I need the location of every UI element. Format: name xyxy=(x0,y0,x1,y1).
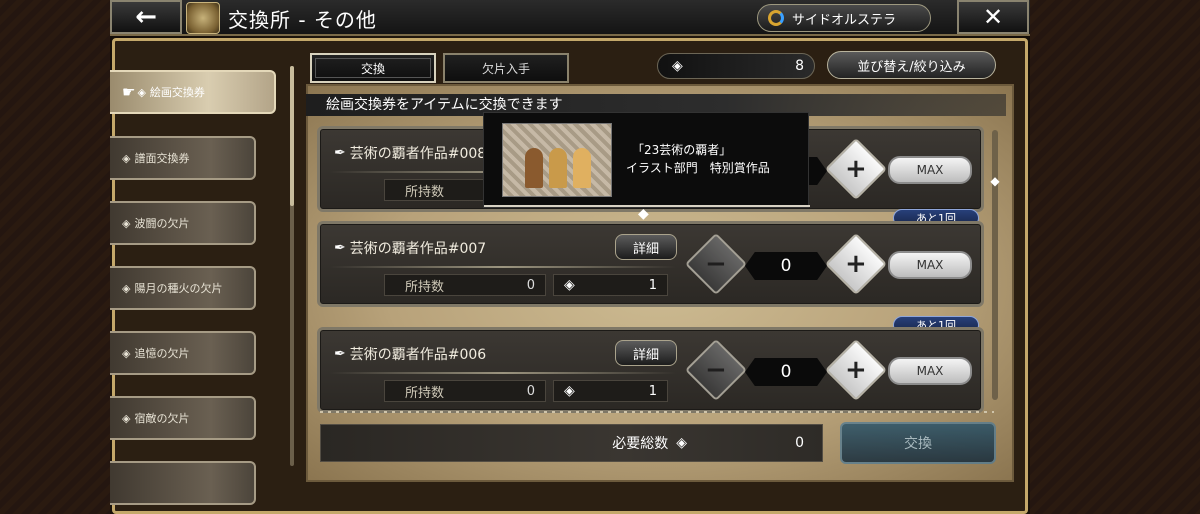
swap-world-icon xyxy=(768,10,784,26)
ticket-count-value: 8 xyxy=(795,58,804,74)
brush-icon: ✒ xyxy=(334,346,346,362)
plus-icon: + xyxy=(845,248,867,279)
owned-label: 所持数 xyxy=(405,184,445,200)
ticket-count: ◈ 8 xyxy=(657,53,815,79)
dotted-divider xyxy=(320,411,994,413)
decrease-button[interactable]: − xyxy=(684,232,748,296)
category-label: 譜面交換券 xyxy=(134,152,190,165)
category-label: 追憶の欠片 xyxy=(134,347,190,360)
category-label: 波闘の欠片 xyxy=(134,217,190,230)
divider xyxy=(330,372,676,374)
item-name-row: ✒ 芸術の覇者作品#007 xyxy=(334,238,486,258)
scroll-knob-icon[interactable]: ◆ xyxy=(988,174,1002,198)
tooltip-subtitle: イラスト部門 特別賞作品 xyxy=(626,161,770,175)
owned-value: 0 xyxy=(526,383,535,399)
item-name: 芸術の覇者作品#006 xyxy=(349,347,487,363)
category-item-score-ticket[interactable]: ◈ 譜面交換券 xyxy=(110,136,256,180)
owned-label: 所持数 xyxy=(405,385,445,401)
sort-filter-button[interactable]: 並び替え/絞り込み xyxy=(827,51,996,79)
cost-value: 1 xyxy=(648,383,657,399)
category-list: ☛ ◈ 絵画交換券 ◈ 譜面交換券 ◈ 波闘の欠片 ◈ 陽月の種火の欠片 ◈ 追… xyxy=(110,60,290,514)
item-name: 芸術の覇者作品#007 xyxy=(349,241,487,257)
tab-exchange[interactable]: 交換 xyxy=(310,53,436,83)
tab-fragments[interactable]: 欠片入手 xyxy=(443,53,569,83)
diamond-icon: ◈ xyxy=(564,383,575,399)
side-orsterra-label: サイドオルステラ xyxy=(792,12,897,28)
item-card: ✒ 芸術の覇者作品#006 詳細 所持数 0 ◈ 1 − 0 + MAX xyxy=(317,327,984,413)
increase-button[interactable]: + xyxy=(824,232,888,296)
close-button[interactable]: ✕ xyxy=(957,0,1029,34)
max-button[interactable]: MAX xyxy=(888,357,972,385)
plus-icon: + xyxy=(845,153,867,184)
diamond-icon: ◈ xyxy=(122,216,131,230)
right-background xyxy=(1030,0,1200,514)
owned-value: 0 xyxy=(526,277,535,293)
diamond-icon: ◈ xyxy=(122,151,131,165)
plus-icon: + xyxy=(845,354,867,385)
owned-label: 所持数 xyxy=(405,279,445,295)
character-figure xyxy=(525,148,543,188)
minus-icon: − xyxy=(705,248,727,279)
close-icon: ✕ xyxy=(982,3,1004,31)
diamond-icon: ◈ xyxy=(122,281,131,295)
category-item-wave-fragment[interactable]: ◈ 波闘の欠片 xyxy=(110,201,256,245)
category-item-painting-ticket[interactable]: ☛ ◈ 絵画交換券 xyxy=(110,70,276,114)
brush-icon: ✒ xyxy=(334,145,346,161)
category-item-rival-fragment[interactable]: ◈ 宿敵の欠片 xyxy=(110,396,256,440)
required-total-label-group: 必要総数 ◈ xyxy=(612,433,687,453)
max-button[interactable]: MAX xyxy=(888,251,972,279)
tooltip-pointer-icon: ◆ xyxy=(638,206,649,222)
category-scrollbar[interactable] xyxy=(290,66,294,466)
item-name-row: ✒ 芸術の覇者作品#006 xyxy=(334,344,486,364)
character-figure xyxy=(549,148,567,188)
item-list-scrollbar[interactable] xyxy=(992,130,998,400)
max-button[interactable]: MAX xyxy=(888,156,972,184)
category-item-sunmoon-fragment[interactable]: ◈ 陽月の種火の欠片 xyxy=(110,266,256,310)
category-label: 宿敵の欠片 xyxy=(134,412,190,425)
item-preview-tooltip: 「23芸術の覇者」 イラスト部門 特別賞作品 xyxy=(483,112,810,208)
decrease-button[interactable]: − xyxy=(684,338,748,402)
increase-button[interactable]: + xyxy=(824,338,888,402)
required-total-label: 必要総数 xyxy=(612,436,669,452)
detail-button[interactable]: 詳細 xyxy=(615,340,677,366)
detail-button[interactable]: 詳細 xyxy=(615,234,677,260)
page-title: 交換所 - その他 xyxy=(228,8,377,32)
divider xyxy=(330,266,676,268)
diamond-icon: ◈ xyxy=(122,346,131,360)
diamond-icon: ◈ xyxy=(672,58,683,74)
increase-button[interactable]: + xyxy=(824,137,888,201)
item-name-row: ✒ 芸術の覇者作品#008 xyxy=(334,143,486,163)
minus-icon: − xyxy=(705,354,727,385)
brush-icon: ✒ xyxy=(334,240,346,256)
diamond-icon: ◈ xyxy=(122,411,131,425)
category-label: 絵画交換券 xyxy=(149,86,205,99)
category-item-more[interactable] xyxy=(110,461,256,505)
cost: ◈ 1 xyxy=(553,274,668,296)
owned-count: 所持数 0 xyxy=(384,274,546,296)
character-figure xyxy=(573,148,591,188)
item-name: 芸術の覇者作品#008 xyxy=(349,146,487,162)
quantity-display: 0 xyxy=(745,252,827,280)
artwork-thumbnail xyxy=(502,123,612,197)
back-button[interactable]: ← xyxy=(110,0,182,34)
exchange-button[interactable]: 交換 xyxy=(840,422,996,464)
diamond-icon: ◈ xyxy=(564,277,575,293)
category-item-memory-fragment[interactable]: ◈ 追憶の欠片 xyxy=(110,331,256,375)
required-total-bar: 必要総数 ◈ 0 xyxy=(320,424,823,462)
item-card: ✒ 芸術の覇者作品#007 詳細 所持数 0 ◈ 1 − 0 + MAX xyxy=(317,221,984,307)
required-total-value: 0 xyxy=(795,435,804,451)
left-background xyxy=(0,0,110,514)
pointer-hand-icon: ☛ xyxy=(122,83,136,101)
quantity-display: 0 xyxy=(745,358,827,386)
cost-value: 1 xyxy=(648,277,657,293)
diamond-icon: ◈ xyxy=(137,85,146,99)
tooltip-title: 「23芸術の覇者」 xyxy=(632,143,732,157)
exchange-shop-emblem-icon xyxy=(186,2,220,34)
category-label: 陽月の種火の欠片 xyxy=(134,282,223,295)
owned-count: 所持数 0 xyxy=(384,380,546,402)
back-arrow-icon: ← xyxy=(135,2,157,32)
cost: ◈ 1 xyxy=(553,380,668,402)
diamond-icon: ◈ xyxy=(676,435,688,451)
side-orsterra-button[interactable]: サイドオルステラ xyxy=(757,4,931,32)
